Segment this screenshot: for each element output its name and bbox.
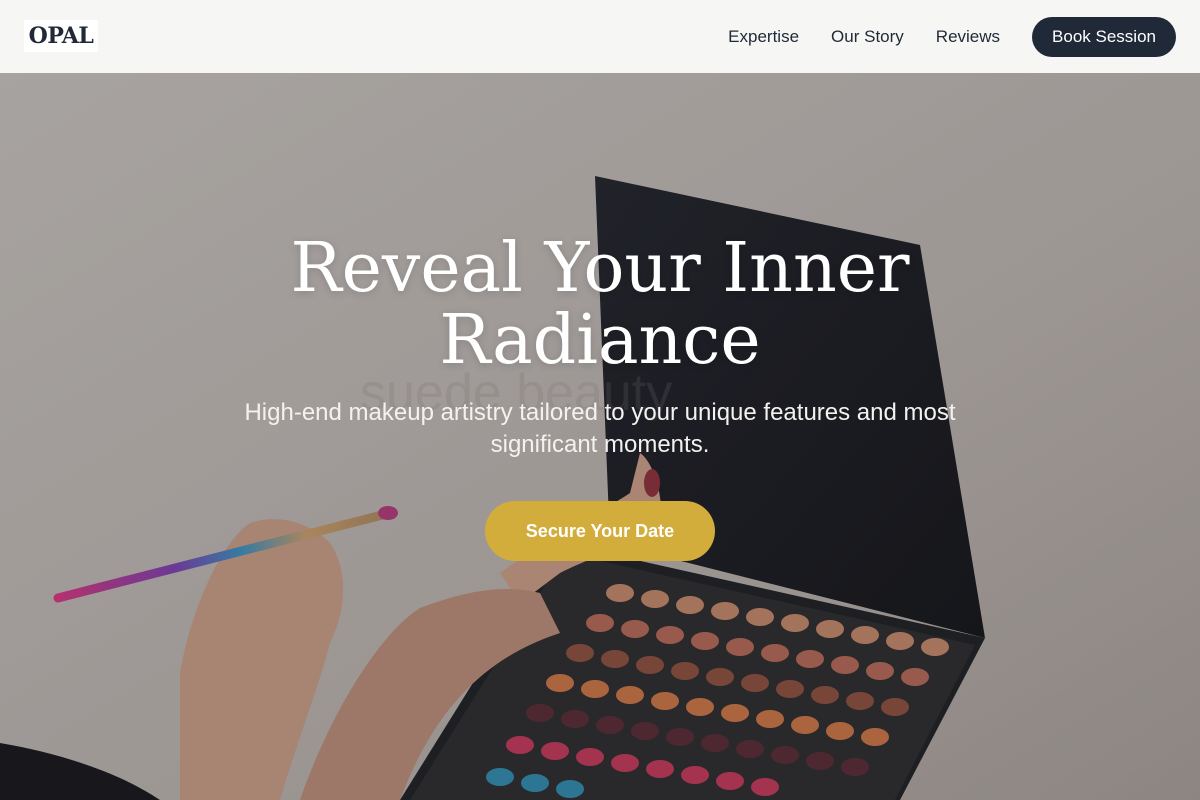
main-nav: Expertise Our Story Reviews Book Session <box>728 0 1176 73</box>
book-session-button[interactable]: Book Session <box>1032 16 1176 57</box>
page: OPAL Expertise Our Story Reviews Book Se… <box>0 0 1200 800</box>
hero-subtitle: High-end makeup artistry tailored to you… <box>244 399 956 458</box>
site-header: OPAL Expertise Our Story Reviews Book Se… <box>0 0 1200 73</box>
nav-link-reviews[interactable]: Reviews <box>936 27 1000 47</box>
secure-your-date-button[interactable]: Secure Your Date <box>485 501 715 561</box>
nav-link-expertise[interactable]: Expertise <box>728 27 799 47</box>
hero-section: suede beauty Reveal Your Inner Radiance … <box>0 73 1200 800</box>
logo-text: OPAL <box>28 23 94 49</box>
nav-link-our-story[interactable]: Our Story <box>831 27 904 47</box>
hero-content: Reveal Your Inner Radiance High-end make… <box>0 233 1200 561</box>
logo[interactable]: OPAL <box>24 20 98 52</box>
hero-title: Reveal Your Inner Radiance <box>290 229 910 380</box>
